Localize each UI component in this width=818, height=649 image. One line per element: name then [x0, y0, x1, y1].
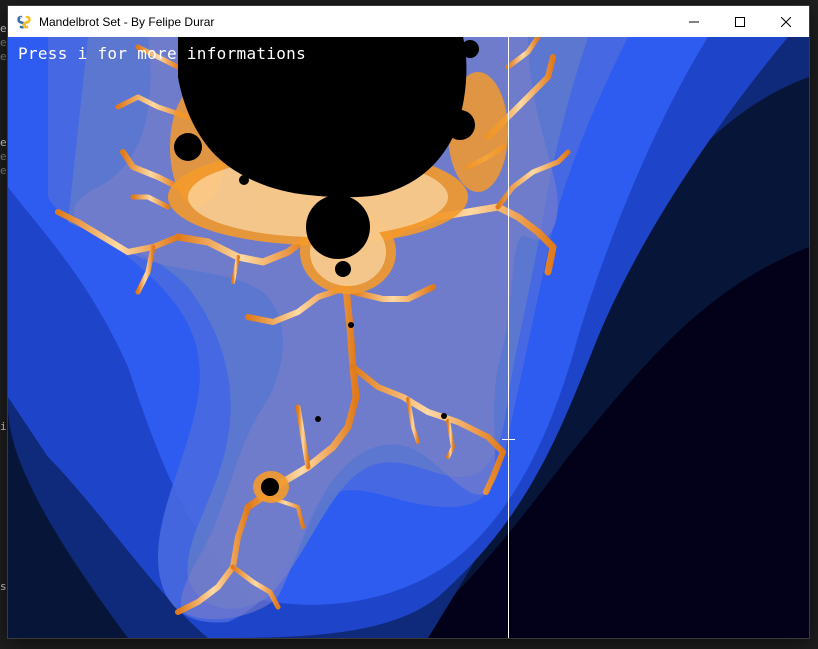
mandelbrot-window: Mandelbrot Set - By Felipe Durar Press i… — [8, 6, 809, 638]
window-controls — [671, 6, 809, 37]
title-bar[interactable]: Mandelbrot Set - By Felipe Durar — [8, 6, 809, 37]
background-text-fragment: e — [0, 50, 7, 63]
maximize-icon — [735, 16, 745, 27]
fractal-canvas[interactable]: Press i for more informations — [8, 37, 809, 638]
background-text-fragment: e — [0, 164, 7, 177]
close-button[interactable] — [763, 6, 809, 37]
close-icon — [781, 16, 791, 27]
minimize-button[interactable] — [671, 6, 717, 37]
pygame-snake-icon — [17, 15, 31, 29]
mandelbrot-render — [8, 37, 809, 638]
background-text-fragment: i — [0, 420, 7, 433]
maximize-button[interactable] — [717, 6, 763, 37]
background-text-fragment: e — [0, 136, 7, 149]
crosshair-vertical-line — [508, 37, 509, 638]
window-title: Mandelbrot Set - By Felipe Durar — [39, 14, 215, 29]
crosshair-horizontal-tick — [502, 439, 515, 440]
background-text-fragment: e — [0, 22, 7, 35]
minimize-icon — [689, 21, 699, 22]
background-text-fragment: e — [0, 150, 7, 163]
background-text-fragment: s — [0, 580, 7, 593]
background-text-fragment: e — [0, 36, 7, 49]
help-hint-text: Press i for more informations — [18, 44, 307, 63]
